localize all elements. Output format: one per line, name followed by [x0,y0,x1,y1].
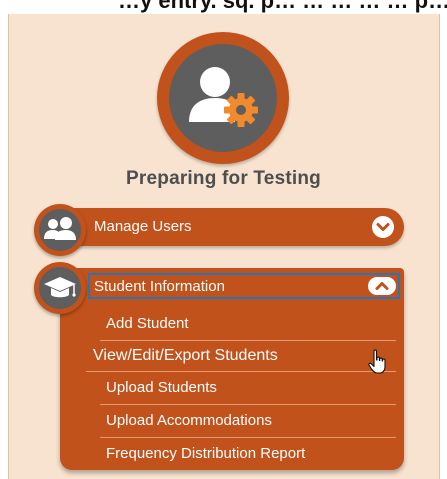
collapse-student-information-toggle[interactable] [368,277,396,295]
manage-users-icon-circle [34,204,86,256]
user-gear-icon [169,44,277,152]
student-information-icon-circle [34,262,86,314]
submenu-item-add-student[interactable]: Add Student [106,315,189,332]
student-information-label: Student Information [94,278,225,295]
manage-users-menu-bar[interactable]: Manage Users [48,208,404,246]
submenu-item-upload-accommodations[interactable]: Upload Accommodations [106,412,272,429]
submenu-divider [100,404,396,405]
users-group-icon [39,209,81,251]
hand-pointer-cursor-icon [367,349,389,375]
chevron-down-icon [376,223,390,231]
student-information-menu-header[interactable]: Student Information [88,273,400,299]
submenu-divider [86,371,396,372]
submenu-item-view-edit-export-students[interactable]: View/Edit/Export Students [93,347,278,365]
submenu-item-frequency-distribution-report[interactable]: Frequency Distribution Report [106,445,305,462]
hero-icon-circle [157,32,289,164]
graduation-cap-icon [39,267,81,309]
chevron-up-icon [375,282,389,290]
top-cropped-text-strip: …y entry. sq. p… … … … … p… [0,0,447,14]
submenu-divider [100,340,396,341]
page-title: Preparing for Testing [126,168,321,189]
expand-manage-users-toggle[interactable] [372,216,394,238]
submenu-divider [100,437,396,438]
submenu-item-upload-students[interactable]: Upload Students [106,379,217,396]
manage-users-label: Manage Users [94,218,192,235]
cropped-heading-text: …y entry. sq. p… … … … … p… [118,0,447,13]
